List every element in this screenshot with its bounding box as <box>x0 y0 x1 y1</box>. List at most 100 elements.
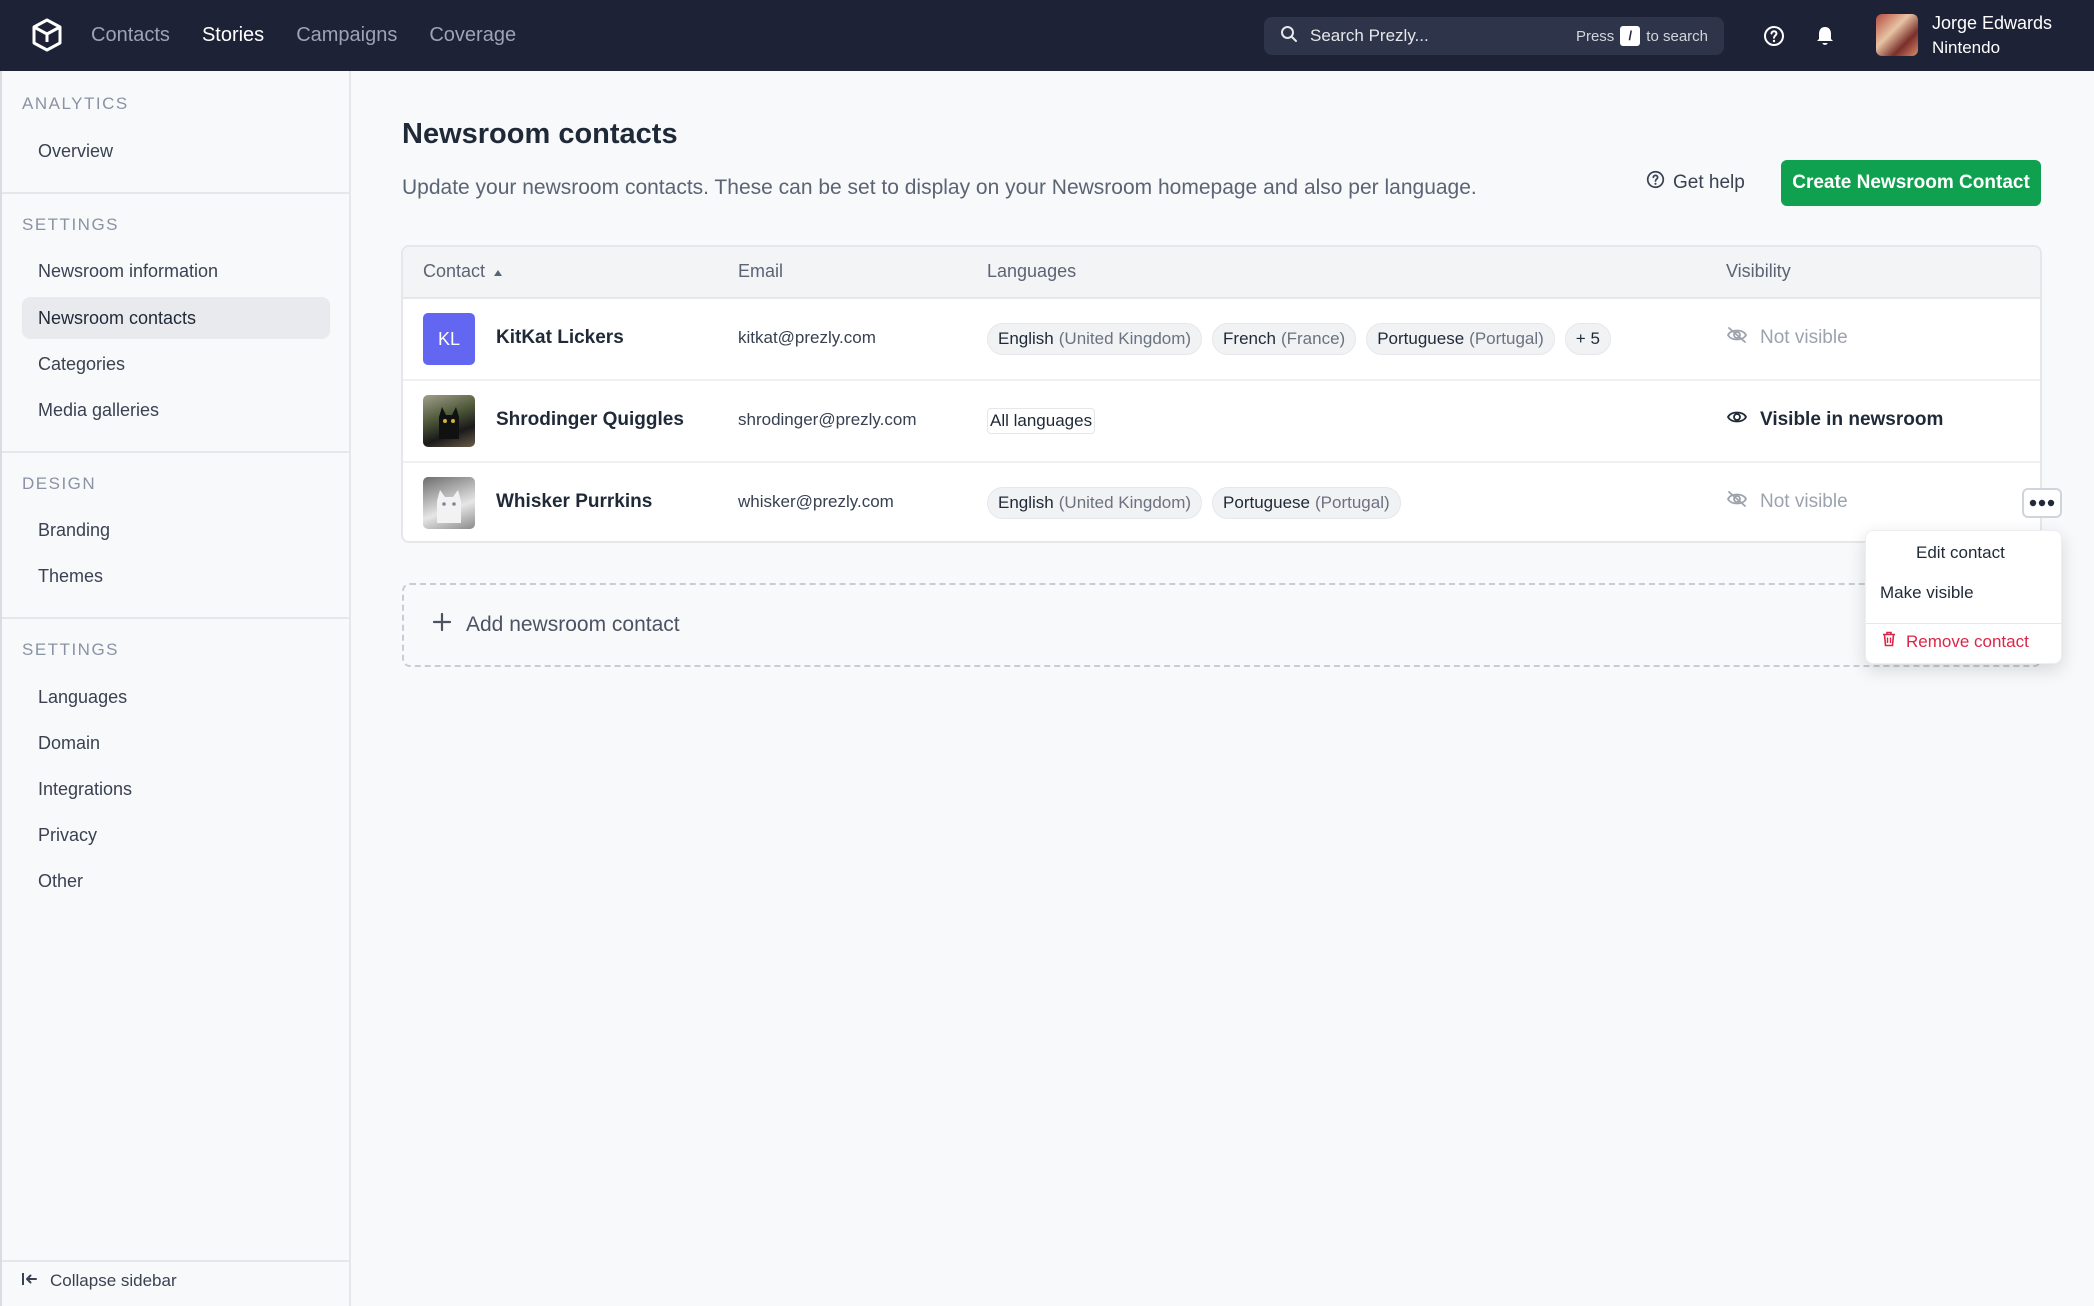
language-name: English <box>998 493 1054 512</box>
nav-campaigns[interactable]: Campaigns <box>296 24 397 47</box>
prezly-logo-icon[interactable] <box>28 16 66 54</box>
contact-photo-avatar <box>423 395 475 447</box>
language-name: Portuguese <box>1223 493 1310 512</box>
search-icon <box>1280 25 1298 48</box>
eye-off-icon <box>1726 490 1748 514</box>
bell-icon[interactable] <box>1811 22 1839 50</box>
sidebar-item-integrations[interactable]: Integrations <box>22 768 330 810</box>
sidebar-heading-analytics: ANALYTICS <box>22 94 129 113</box>
language-tags: All languages <box>987 408 1096 434</box>
sidebar-item-languages[interactable]: Languages <box>22 676 330 718</box>
collapse-sidebar-label: Collapse sidebar <box>50 1271 177 1290</box>
nav-contacts[interactable]: Contacts <box>91 24 170 47</box>
sidebar-item-domain[interactable]: Domain <box>22 722 330 764</box>
collapse-sidebar-button[interactable]: Collapse sidebar <box>22 1271 177 1291</box>
user-name[interactable]: Jorge Edwards <box>1932 13 2052 34</box>
sidebar-divider <box>2 1260 351 1262</box>
table-header: Contact Email Languages Visibility <box>403 247 2040 299</box>
menu-item-make-visible[interactable]: Make visible <box>1866 583 2061 603</box>
table-row[interactable]: Whisker Purrkins whisker@prezly.com Engl… <box>403 463 2040 541</box>
sidebar-item-newsroom-information[interactable]: Newsroom information <box>22 250 330 292</box>
sidebar-item-overview[interactable]: Overview <box>22 130 330 172</box>
table-row[interactable]: KL KitKat Lickers kitkat@prezly.com Engl… <box>403 299 2040 381</box>
main-nav: Contacts Stories Campaigns Coverage <box>91 0 516 71</box>
visibility-status: Not visible <box>1726 326 1848 350</box>
sort-ascending-icon <box>493 261 503 282</box>
search-hint-prefix: Press <box>1575 27 1615 45</box>
top-navigation-bar: Contacts Stories Campaigns Coverage Sear… <box>0 0 2094 71</box>
visibility-status: Not visible <box>1726 490 1848 514</box>
visibility-label: Not visible <box>1760 491 1848 512</box>
visibility-label: Not visible <box>1760 327 1848 348</box>
row-actions-menu: Edit contact Make visible Remove contact <box>1865 530 2062 664</box>
menu-item-edit-contact[interactable]: Edit contact <box>1866 543 2061 563</box>
language-name: French <box>1223 329 1276 348</box>
eye-off-icon <box>1726 326 1748 350</box>
column-header-languages: Languages <box>987 261 1077 281</box>
get-help-label: Get help <box>1673 171 1745 193</box>
language-region: (Portugal) <box>1315 493 1390 512</box>
language-tag: Portuguese (Portugal) <box>1366 323 1555 355</box>
menu-item-remove-contact[interactable]: Remove contact <box>1866 631 2061 652</box>
search-shortcut-hint: Press / to search <box>1576 26 1708 46</box>
contact-name[interactable]: Shrodinger Quiggles <box>496 409 684 431</box>
contact-email: whisker@prezly.com <box>738 492 894 511</box>
contact-photo-avatar <box>423 477 475 529</box>
language-region: (France) <box>1280 329 1346 348</box>
plus-icon <box>432 612 452 638</box>
sidebar-heading-settings: SETTINGS <box>22 215 120 234</box>
language-tags: English (United Kingdom) Portuguese (Portu… <box>987 487 1401 519</box>
more-horizontal-icon <box>2029 494 2055 512</box>
page-subtitle: Update your newsroom contacts. These can… <box>402 176 1477 199</box>
search-input[interactable]: Search Prezly... Press / to search <box>1264 17 1724 55</box>
language-region: (United Kingdom) <box>1058 493 1192 512</box>
contact-email: shrodinger@prezly.com <box>738 410 917 429</box>
table-row[interactable]: Shrodinger Quiggles shrodinger@prezly.co… <box>403 381 2040 463</box>
contacts-table: Contact Email Languages Visibility KL Ki… <box>401 245 2042 543</box>
sidebar-item-other[interactable]: Other <box>22 860 330 902</box>
sidebar-item-newsroom-contacts[interactable]: Newsroom contacts <box>22 297 330 339</box>
add-newsroom-contact-button[interactable]: Add newsroom contact <box>402 583 2042 667</box>
sidebar-item-media-galleries[interactable]: Media galleries <box>22 389 330 431</box>
visibility-status: Visible in newsroom <box>1726 408 1943 432</box>
language-tag: French (France) <box>1212 323 1357 355</box>
column-header-visibility: Visibility <box>1726 261 1791 281</box>
nav-stories[interactable]: Stories <box>202 24 264 47</box>
trash-icon <box>1882 631 1896 652</box>
help-circle-icon <box>1646 170 1665 195</box>
remove-contact-label: Remove contact <box>1906 631 2029 651</box>
search-hint-key: / <box>1620 26 1641 46</box>
sidebar-item-categories[interactable]: Categories <box>22 343 330 385</box>
eye-icon <box>1726 408 1748 432</box>
contact-name[interactable]: KitKat Lickers <box>496 327 624 349</box>
nav-coverage[interactable]: Coverage <box>429 24 516 47</box>
get-help-button[interactable]: Get help <box>1646 170 1745 195</box>
sidebar-heading-design: DESIGN <box>22 474 97 493</box>
language-tags: English (United Kingdom) French (France) P… <box>987 323 1611 355</box>
language-region: (United Kingdom) <box>1058 329 1192 348</box>
row-actions-button[interactable] <box>2022 488 2062 518</box>
create-newsroom-contact-button[interactable]: Create Newsroom Contact <box>1781 160 2041 206</box>
language-tag: Portuguese (Portugal) <box>1212 487 1401 519</box>
column-header-contact[interactable]: Contact <box>423 261 503 282</box>
add-newsroom-contact-label: Add newsroom contact <box>466 613 680 636</box>
search-hint-suffix: to search <box>1646 27 1708 45</box>
sidebar-item-themes[interactable]: Themes <box>22 555 330 597</box>
contact-name[interactable]: Whisker Purrkins <box>496 491 652 513</box>
language-name: Portuguese <box>1377 329 1465 348</box>
help-circle-icon[interactable] <box>1760 22 1788 50</box>
page-title: Newsroom contacts <box>402 118 678 150</box>
contact-initials-avatar: KL <box>423 313 475 365</box>
language-region: (Portugal) <box>1469 329 1544 348</box>
user-avatar[interactable] <box>1876 14 1918 56</box>
language-tag: English (United Kingdom) <box>987 487 1203 519</box>
visibility-label: Visible in newsroom <box>1760 409 1944 430</box>
sidebar: ANALYTICS Overview SETTINGS Newsroom inf… <box>0 71 351 1306</box>
more-languages-badge[interactable]: + 5 <box>1564 323 1611 355</box>
sidebar-divider <box>2 617 351 619</box>
collapse-left-icon <box>22 1271 38 1291</box>
search-placeholder: Search Prezly... <box>1310 26 1429 45</box>
sidebar-item-privacy[interactable]: Privacy <box>22 814 330 856</box>
language-name: English <box>998 329 1054 348</box>
sidebar-item-branding[interactable]: Branding <box>22 509 330 551</box>
